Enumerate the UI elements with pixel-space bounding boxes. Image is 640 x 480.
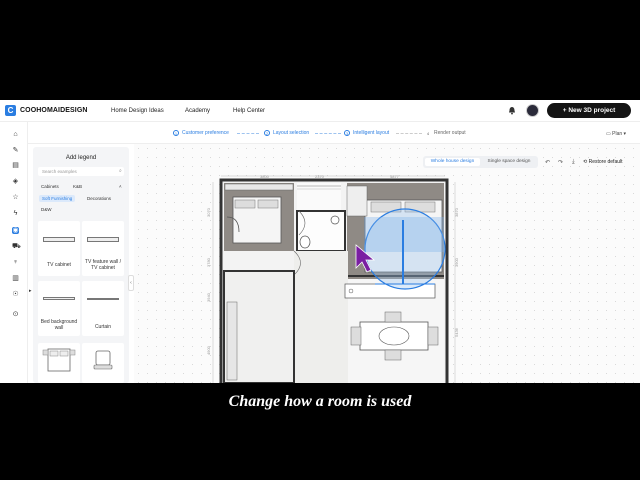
tv-cabinet-thumbnail [43, 237, 75, 242]
steps-bar: 1 Customer preference 2 Layout selection 3… [0, 122, 640, 144]
step-layout-selection[interactable]: 2 Layout selection [264, 130, 309, 136]
floor-plan[interactable]: 3800 2370 4877 3070 3780 3940 4900 3870 … [205, 172, 463, 383]
subtitle-caption: Change how a room is used [228, 393, 412, 410]
step-connector [396, 133, 422, 134]
legend-item-bed[interactable] [38, 343, 80, 383]
logo-icon: C [5, 105, 16, 116]
dim-top-2: 2370 [315, 174, 325, 179]
cart-icon[interactable]: ⛟ [12, 243, 21, 250]
closet[interactable] [297, 183, 341, 211]
pencil-icon[interactable]: ✎ [12, 147, 19, 154]
dim-top-1: 3800 [260, 174, 270, 179]
app-name: COOHOMAIDESIGN [20, 107, 88, 114]
home-icon[interactable]: ⌂ [12, 131, 19, 138]
whole-house-design-option[interactable]: Whole house design [425, 158, 480, 166]
step-render-output[interactable]: 4 Render output [425, 130, 466, 136]
dim-left-1: 3070 [206, 207, 211, 217]
nav-home-design-ideas[interactable]: Home Design Ideas [111, 108, 164, 114]
hallway[interactable] [294, 251, 348, 383]
chip-decorations[interactable]: Decorations [84, 195, 114, 202]
people-icon[interactable]: ☉ [12, 291, 19, 298]
dim-right-1: 3870 [454, 207, 459, 217]
app-window: C COOHOMAIDESIGN Home Design Ideas Acade… [0, 100, 640, 383]
legend-item-chair[interactable] [82, 343, 124, 383]
curtain-thumbnail [87, 298, 119, 300]
category-dw[interactable]: D&W [41, 207, 52, 212]
bed-thumbnail [42, 348, 76, 372]
dim-top-3: 4877 [390, 174, 400, 179]
plan-select[interactable]: ▭ Plan ▾ [606, 131, 626, 137]
download-icon[interactable]: ⤓ [572, 159, 575, 166]
dim-right-2: 3900 [454, 257, 459, 267]
design-mode-toggle: Whole house design Single space design [423, 156, 538, 168]
legend-item-curtain[interactable]: Curtain [82, 281, 124, 336]
bed-wall-thumbnail [43, 297, 75, 300]
add-legend-panel: Add legend Search examples ⌕ Cabinets K&… [33, 147, 129, 383]
settings-icon[interactable]: ⊙ [12, 311, 19, 318]
undo-icon[interactable]: ↶ [545, 159, 550, 166]
step-connector [315, 133, 341, 134]
category-cabinets[interactable]: Cabinets [41, 184, 59, 189]
step-connector [237, 133, 259, 134]
new-3d-project-button[interactable]: + New 3D project [547, 103, 631, 118]
step-intelligent-layout[interactable]: 3 Intelligent layout [344, 130, 389, 136]
chair-thumbnail [93, 350, 113, 370]
step-customer-preference[interactable]: 1 Customer preference [173, 130, 229, 136]
redo-icon[interactable]: ↷ [558, 159, 563, 166]
chart-icon[interactable]: ▥ [12, 275, 19, 282]
shirt-icon[interactable]: ♆ [12, 259, 19, 266]
panel-title: Add legend [65, 155, 97, 161]
ai-design-icon[interactable]: ◉ [12, 227, 19, 234]
chevron-up-icon[interactable]: ˄ [119, 184, 122, 189]
tv-feature-wall-thumbnail [87, 237, 119, 242]
legend-item-bed-background-wall[interactable]: Bed background wall [38, 281, 80, 336]
legend-item-tv-cabinet[interactable]: TV cabinet [38, 221, 80, 276]
bell-icon[interactable] [508, 106, 516, 115]
cube-icon[interactable]: ◈ [12, 178, 19, 185]
chip-soft-furnishing[interactable]: Soft Furnishing [39, 195, 76, 202]
search-icon: ⌕ [119, 168, 122, 174]
dim-left-4: 4900 [206, 345, 211, 355]
top-bar: C COOHOMAIDESIGN Home Design Ideas Acade… [0, 100, 640, 122]
nav-academy[interactable]: Academy [185, 108, 210, 114]
category-kb[interactable]: K&B [73, 184, 82, 189]
book-icon[interactable]: ▤ [12, 162, 19, 169]
dim-right-3: 5436 [454, 327, 459, 337]
legend-search-input[interactable]: Search examples [38, 167, 124, 176]
restore-default-button[interactable]: ⟲ Restore default [583, 159, 623, 165]
nav-help-center[interactable]: Help Center [233, 108, 265, 114]
expand-arrow-icon[interactable]: ▸ [29, 288, 32, 294]
avatar[interactable] [526, 104, 539, 117]
bolt-icon[interactable]: ϟ [12, 210, 19, 217]
dim-left-2: 3780 [206, 257, 211, 267]
left-sidebar: ⌂ ✎ ▤ ◈ ☆ ϟ ◉ ⛟ ♆ ▥ ☉ ⊙ [0, 122, 28, 383]
dim-left-3: 3940 [206, 292, 211, 302]
legend-item-tv-feature-wall[interactable]: TV feature wall / TV cabinet [82, 221, 124, 276]
single-space-design-option[interactable]: Single space design [482, 158, 536, 166]
star-icon[interactable]: ☆ [12, 194, 19, 201]
